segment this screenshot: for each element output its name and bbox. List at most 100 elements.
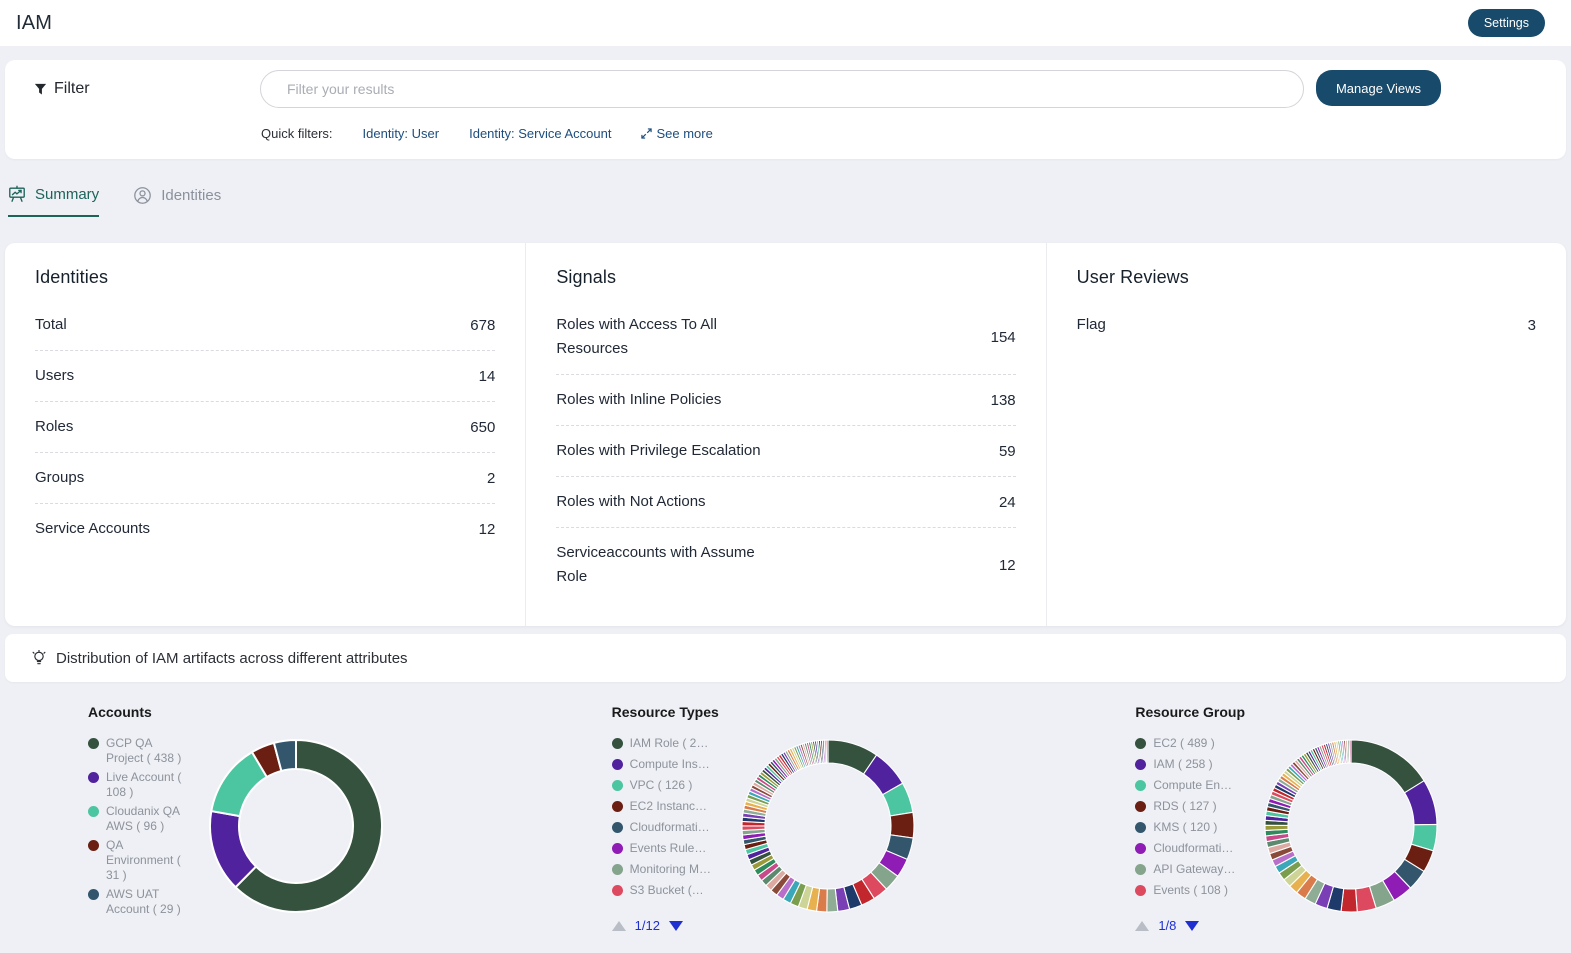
legend-item[interactable]: EC2 Instanc… bbox=[611, 799, 724, 814]
stat-label: Roles with Not Actions bbox=[556, 493, 706, 510]
identities-card: Identities Total 678 Users 14 Roles 650 Groups… bbox=[5, 243, 525, 626]
pager-down-icon[interactable] bbox=[1185, 920, 1200, 931]
quick-filter-identity-user[interactable]: Identity: User bbox=[363, 126, 440, 141]
legend-label: VPC ( 126 ) bbox=[629, 778, 693, 792]
legend-item[interactable]: RDS ( 127 ) bbox=[1135, 799, 1247, 814]
quick-filter-identity-service-account[interactable]: Identity: Service Account bbox=[469, 126, 611, 141]
signals-card: Signals Roles with Access To All Resourc… bbox=[525, 243, 1045, 626]
legend-dot-icon bbox=[611, 885, 623, 896]
legend-pager: 1/12 bbox=[611, 918, 724, 933]
legend-dot-icon bbox=[1135, 738, 1147, 749]
stat-row: Users 14 bbox=[35, 351, 496, 402]
legend-label: Cloudformati… bbox=[1153, 841, 1234, 855]
donut-segment[interactable] bbox=[741, 825, 766, 831]
legend-item[interactable]: QA Environment ( 31 ) bbox=[88, 838, 192, 883]
donut-segment[interactable] bbox=[1350, 739, 1426, 794]
distribution-header: Distribution of IAM artifacts across dif… bbox=[5, 634, 1566, 682]
donut-chart[interactable] bbox=[1263, 738, 1439, 914]
legend-label: QA Environment ( 31 ) bbox=[106, 838, 181, 882]
stat-row: Roles with Inline Policies 138 bbox=[556, 375, 1016, 426]
legend-dot-icon bbox=[611, 864, 623, 875]
distribution-header-text: Distribution of IAM artifacts across dif… bbox=[56, 649, 408, 667]
stat-value: 138 bbox=[990, 391, 1016, 409]
legend-pager: 1/8 bbox=[1135, 918, 1247, 933]
legend-item[interactable]: Compute En… bbox=[1135, 778, 1247, 793]
stat-value: 24 bbox=[998, 493, 1016, 511]
donut-chart[interactable] bbox=[740, 738, 916, 914]
tab-identities[interactable]: Identities bbox=[133, 185, 221, 217]
legend-label: Compute En… bbox=[1153, 778, 1233, 792]
legend-label: AWS UAT Account ( 29 ) bbox=[106, 887, 181, 916]
legend-item[interactable]: API Gateway… bbox=[1135, 862, 1247, 877]
expand-icon bbox=[641, 128, 653, 139]
legend-item[interactable]: Monitoring M… bbox=[611, 862, 724, 877]
legend-item[interactable]: EC2 ( 489 ) bbox=[1135, 736, 1247, 751]
legend-item[interactable]: AWS UAT Account ( 29 ) bbox=[88, 887, 192, 917]
settings-button[interactable]: Settings bbox=[1467, 9, 1545, 37]
stat-label: Roles bbox=[35, 418, 74, 435]
see-more-link[interactable]: See more bbox=[641, 126, 713, 141]
legend-item[interactable]: S3 Bucket (… bbox=[611, 883, 724, 898]
donut-segment[interactable] bbox=[889, 811, 915, 839]
pager-down-icon[interactable] bbox=[668, 920, 683, 931]
chart-legend: EC2 ( 489 ) IAM ( 258 ) Compute En… RDS ( 1… bbox=[1135, 736, 1247, 898]
legend-item[interactable]: KMS ( 120 ) bbox=[1135, 820, 1247, 835]
stat-row: Roles with Not Actions 24 bbox=[556, 477, 1016, 528]
legend-label: IAM Role ( 2… bbox=[629, 736, 709, 750]
stat-label: Service Accounts bbox=[35, 520, 151, 537]
legend-item[interactable]: Compute Ins… bbox=[611, 757, 724, 772]
pager-up-icon[interactable] bbox=[1135, 920, 1150, 931]
legend-item[interactable]: Cloudanix QA AWS ( 96 ) bbox=[88, 804, 192, 834]
legend-dot-icon bbox=[611, 759, 623, 770]
legend-item[interactable]: VPC ( 126 ) bbox=[611, 778, 724, 793]
donut-segment[interactable] bbox=[1348, 739, 1352, 764]
card-title: Signals bbox=[556, 267, 617, 287]
legend-label: RDS ( 127 ) bbox=[1153, 799, 1217, 813]
stat-value: 59 bbox=[998, 442, 1016, 460]
filter-input[interactable] bbox=[260, 70, 1304, 108]
stat-row: Roles with Privilege Escalation 59 bbox=[556, 426, 1016, 477]
stat-row: Service Accounts 12 bbox=[35, 504, 495, 554]
charts-section: Accounts GCP QA Project ( 438 ) Live Acco… bbox=[0, 682, 1571, 953]
legend-dot-icon bbox=[1135, 864, 1147, 875]
legend-dot-icon bbox=[88, 772, 99, 783]
legend-item[interactable]: Cloudformati… bbox=[1135, 841, 1247, 856]
quick-filters-label: Quick filters: bbox=[261, 126, 333, 141]
stat-label: Roles with Privilege Escalation bbox=[556, 442, 761, 459]
legend-item[interactable]: Cloudformati… bbox=[611, 820, 724, 835]
stat-value: 650 bbox=[470, 418, 496, 436]
tab-bar: Summary Identities bbox=[8, 185, 1571, 217]
legend-dot-icon bbox=[611, 822, 623, 833]
stat-row: Roles 650 bbox=[35, 402, 496, 453]
stat-value: 3 bbox=[1527, 316, 1536, 334]
legend-item[interactable]: Events ( 108 ) bbox=[1135, 883, 1247, 898]
legend-label: EC2 ( 489 ) bbox=[1153, 736, 1215, 750]
legend-item[interactable]: Live Account ( 108 ) bbox=[88, 770, 192, 800]
legend-label: Events ( 108 ) bbox=[1153, 883, 1229, 897]
legend-dot-icon bbox=[1135, 885, 1147, 896]
stat-value: 678 bbox=[470, 316, 496, 334]
presentation-chart-icon bbox=[9, 185, 25, 202]
legend-dot-icon bbox=[611, 780, 623, 791]
legend-item[interactable]: GCP QA Project ( 438 ) bbox=[88, 736, 192, 766]
legend-item[interactable]: IAM Role ( 2… bbox=[611, 736, 724, 751]
manage-views-button[interactable]: Manage Views bbox=[1315, 70, 1441, 106]
legend-dot-icon bbox=[88, 738, 99, 749]
legend-label: Events Rule… bbox=[629, 841, 707, 855]
donut-segment[interactable] bbox=[825, 739, 829, 764]
stat-row: Serviceaccounts with Assume Role 12 bbox=[556, 528, 1015, 602]
tab-summary[interactable]: Summary bbox=[8, 185, 100, 217]
legend-item[interactable]: Events Rule… bbox=[611, 841, 724, 856]
donut-chart[interactable] bbox=[208, 738, 384, 914]
stat-row: Flag 3 bbox=[1077, 300, 1536, 350]
legend-dot-icon bbox=[88, 840, 99, 851]
legend-item[interactable]: IAM ( 258 ) bbox=[1135, 757, 1247, 772]
stat-label: Roles with Access To All Resources bbox=[556, 316, 717, 357]
legend-label: Cloudanix QA AWS ( 96 ) bbox=[106, 804, 180, 833]
donut-segment[interactable] bbox=[1264, 824, 1289, 832]
legend-label: Compute Ins… bbox=[629, 757, 710, 771]
pager-label: 1/12 bbox=[634, 918, 660, 933]
legend-dot-icon bbox=[88, 806, 99, 817]
pager-up-icon[interactable] bbox=[611, 920, 626, 931]
top-bar: IAM Settings bbox=[0, 0, 1571, 46]
